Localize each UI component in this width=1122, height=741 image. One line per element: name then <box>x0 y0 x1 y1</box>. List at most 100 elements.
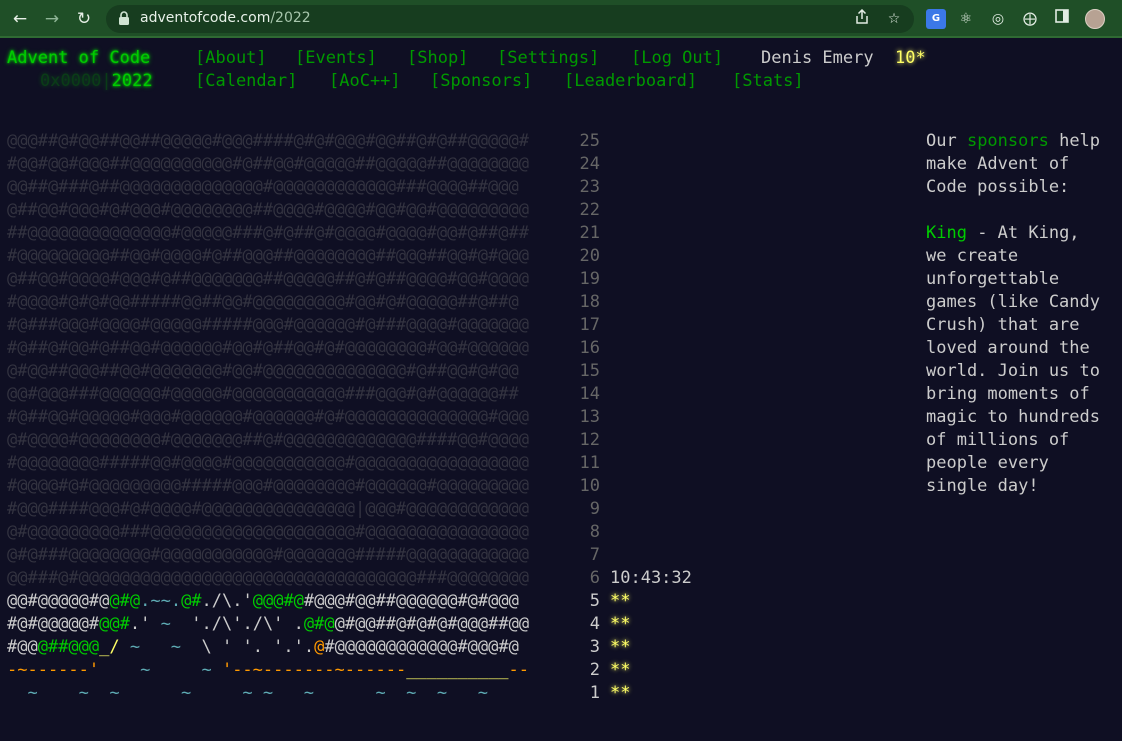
calendar-day-number: 7 <box>589 545 600 565</box>
calendar-day-number[interactable]: 5 <box>590 590 600 613</box>
art-segment: @#@ <box>303 614 335 634</box>
sponsor-description: magic to hundreds <box>926 407 1100 427</box>
calendar-row-locked: #@@@@@@@@#####@@#@@@@#@@@@@@@@@@@#@@@@@@… <box>7 453 529 473</box>
calendar-day-number: 14 <box>579 384 600 404</box>
nav-events[interactable]: [Events] <box>295 47 377 70</box>
calendar-day-number: 9 <box>589 499 600 519</box>
sponsor-description: world. Join us to <box>926 361 1100 381</box>
back-arrow-icon[interactable]: ← <box>10 9 30 29</box>
art-segment: '--~-------~------ <box>221 660 407 680</box>
puzzle-extensions-icon[interactable]: ⨁ <box>1020 9 1040 29</box>
calendar-row-locked: #@@@@@@@@@##@@#@@@@#@##@@@##@@@@@@@@##@@… <box>7 246 529 266</box>
google-translate-icon[interactable]: G <box>926 9 946 29</box>
calendar-day-number[interactable]: 2 <box>590 659 600 682</box>
address-bar[interactable]: adventofcode.com/2022 ☆ <box>106 5 914 33</box>
calendar-day-number: 19 <box>579 269 600 289</box>
calendar-row-locked: @#@@@@@@@@@###@@@@@@@@@@@@@@@@@@@@#@@@@@… <box>7 522 529 542</box>
forward-arrow-icon[interactable]: → <box>42 9 62 29</box>
art-segment: @# <box>181 591 202 611</box>
url-path: /2022 <box>270 10 311 26</box>
nav-leaderboard[interactable]: [Leaderboard] <box>564 70 697 93</box>
calendar-day-number: 8 <box>589 522 600 542</box>
nav-shop[interactable]: [Shop] <box>407 47 468 70</box>
day-stars: ** <box>610 637 631 657</box>
art-segment: ./\.' <box>201 591 253 611</box>
art-segment: #@#@@@@@# <box>7 614 100 634</box>
sponsor-description: people every <box>926 453 1049 473</box>
calendar-row-day-1[interactable]: ~ ~ ~ ~ ~ ~ ~ ~ ~ ~ ~ <box>7 682 509 705</box>
art-segment: @@@#@ <box>252 591 304 611</box>
nav-logout[interactable]: [Log Out] <box>631 47 723 70</box>
art-segment: @# <box>109 614 130 634</box>
calendar-day-number: 23 <box>579 177 600 197</box>
day-stars: ** <box>610 591 631 611</box>
sponsor-description: games (like Candy <box>926 292 1100 312</box>
countdown-timer: 10:43:32 <box>610 568 692 588</box>
calendar-row-day-4[interactable]: #@#@@@@@#@@#.' ~ './\'./\' .@#@@#@@##@#@… <box>7 613 529 636</box>
calendar-row-locked: @#@@##@@@##@@#@@@@@@@#@@#@@@@@@@@@@@@@@#… <box>7 361 519 381</box>
calendar-day-number: 11 <box>579 453 600 473</box>
art-segment: __________ <box>406 660 509 680</box>
sponsor-description: loved around the <box>926 338 1090 358</box>
calendar-row-locked: #@##@#@@#@##@@#@@@@@@#@@#@##@@#@#@@@@@@@… <box>7 338 529 358</box>
calendar-row-locked: @##@@#@@@#@#@@@#@@@@@@@@##@@@@#@@@@#@@#@… <box>7 200 529 220</box>
calendar-row-locked: #@@@@#@#@#@@#####@@##@@#@@@@@@@@@#@@#@#@… <box>7 292 519 312</box>
calendar-day-number: 16 <box>579 338 600 358</box>
art-segment: @@#@@@@@#@ <box>7 591 110 611</box>
sponsor-description: Crush) that are <box>926 315 1080 335</box>
site-title[interactable]: Advent of Code <box>7 47 150 70</box>
art-segment: @#@@##@#@#@#@@@##@@ <box>334 614 530 634</box>
nav-about[interactable]: [About] <box>195 47 267 70</box>
calendar-day-number: 10 <box>579 476 600 496</box>
sponsor-name-link[interactable]: King <box>926 223 967 243</box>
calendar-row-locked: @@@##@#@@##@@##@@@@@#@@@####@#@#@@@#@@##… <box>7 131 529 151</box>
art-segment: @##@@@ <box>37 637 100 657</box>
calendar-row-day-3[interactable]: #@@@##@@@_/ ~ ~ \ ' '. '.'.@#@@@@@@@@@@@… <box>7 636 519 659</box>
calendar-day-number: 25 <box>579 131 600 151</box>
calendar-row-locked: #@##@@#@@@@@#@@@#@@@@@@#@@@@@@#@#@@@@@@@… <box>7 407 529 427</box>
sponsor-description: single day! <box>926 476 1039 496</box>
art-segment: #@@@@@@@@@@@@#@@@#@ <box>324 637 519 657</box>
sponsor-description: unforgettable <box>926 269 1060 289</box>
user-star-count: 10* <box>895 48 926 68</box>
nav-aoc-plus-plus[interactable]: [AoC++] <box>329 70 401 93</box>
calendar-row-locked: @##@@#@@@@#@@@#@##@@@@@@@##@@@@@##@#@##@… <box>7 269 529 289</box>
nav-calendar[interactable]: [Calendar] <box>195 70 297 93</box>
calendar-day-number[interactable]: 3 <box>590 636 600 659</box>
art-segment: ~~ <box>150 591 171 611</box>
bookmark-star-icon[interactable]: ☆ <box>884 9 904 29</box>
art-segment: ~ ~ <box>99 660 222 680</box>
nav-sponsors[interactable]: [Sponsors] <box>430 70 532 93</box>
calendar-row-locked: #@@@@#@#@@@@@@@@@#####@@@#@@@@@@@@#@@@@@… <box>7 476 529 496</box>
url-text[interactable]: adventofcode.com/2022 <box>140 10 311 26</box>
browser-toolbar: ← → ↻ adventofcode.com/2022 ☆ G ⚛ ◎ ⨁ <box>0 0 1122 38</box>
sponsors-link[interactable]: sponsors <box>967 131 1049 151</box>
calendar-row-day-2[interactable]: -~------' ~ ~ '--~-------~------________… <box>7 659 529 682</box>
art-segment: @#@ <box>109 591 141 611</box>
side-panel-icon[interactable] <box>1052 9 1072 29</box>
sponsor-intro-text: Our <box>926 131 967 151</box>
nav-settings[interactable]: [Settings] <box>497 47 599 70</box>
react-devtools-icon[interactable]: ⚛ <box>956 9 976 29</box>
art-segment: #@@ <box>7 637 38 657</box>
sponsor-description: of millions of <box>926 430 1070 450</box>
user-name: Denis Emery <box>761 48 874 68</box>
extension-target-icon[interactable]: ◎ <box>988 9 1008 29</box>
calendar-row-locked: #@@#@@#@@@##@@@@@@@@@@#@##@@#@@@@@##@@@@… <box>7 154 529 174</box>
calendar-row-day-5[interactable]: @@#@@@@@#@@#@.~~.@#./\.'@@@#@#@@@#@@##@@… <box>7 590 519 613</box>
share-icon[interactable] <box>852 8 872 29</box>
profile-avatar[interactable] <box>1085 9 1105 29</box>
calendar-day-number[interactable]: 4 <box>590 613 600 636</box>
calendar-day-number[interactable]: 1 <box>590 682 600 705</box>
calendar-row-locked: #@@@####@@@#@#@@@@#@@@@@@@@@@@@@@@|@@@#@… <box>7 499 529 519</box>
calendar-day-number: 22 <box>579 200 600 220</box>
page-content: Advent of Code 0x0000|2022 [About] [Even… <box>0 40 1122 741</box>
url-domain: adventofcode.com <box>140 10 271 26</box>
art-segment: './\'./\' . <box>170 614 304 634</box>
art-segment: ~ ~ ~ ~ ~ ~ ~ ~ ~ ~ ~ <box>7 683 509 703</box>
reload-icon[interactable]: ↻ <box>74 9 94 29</box>
calendar-row-locked: @@#@@@###@@@@@@#@@@@@#@@@@@@@@@@@###@@@#… <box>7 384 519 404</box>
year-indicator[interactable]: 0x0000|2022 <box>40 70 153 93</box>
calendar-day-number: 12 <box>579 430 600 450</box>
nav-stats[interactable]: [Stats] <box>732 70 804 93</box>
